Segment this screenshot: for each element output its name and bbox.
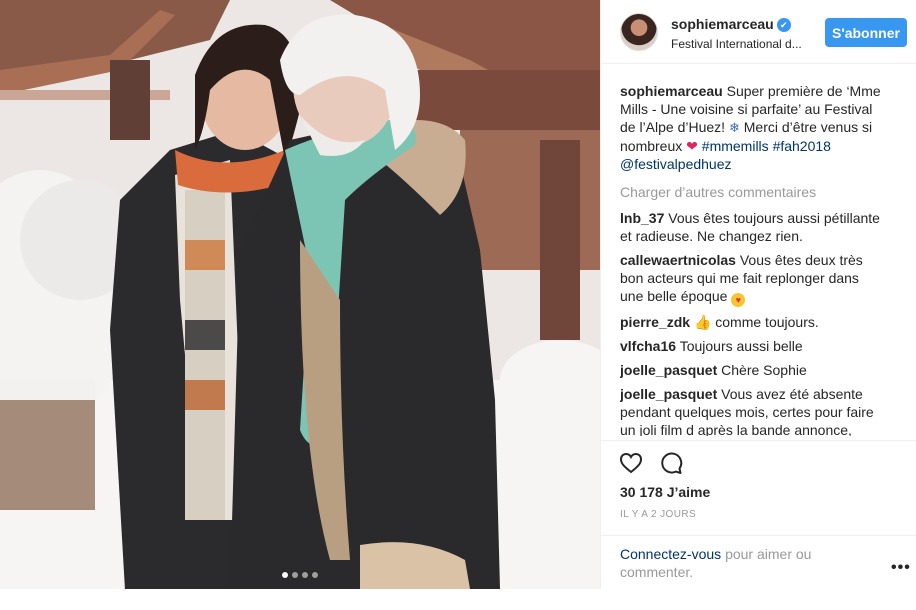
face-blowing-kiss-icon: ♥ xyxy=(731,293,746,307)
load-more-comments-button[interactable]: Charger d’autres commentaires xyxy=(620,183,882,201)
carousel-indicator xyxy=(0,572,600,578)
comment-item: pierre_zdk 👍 comme toujours. xyxy=(620,313,882,331)
thumbs-up-icon: 👍 xyxy=(693,314,712,330)
comment-username[interactable]: callewaertnicolas xyxy=(620,252,736,268)
login-link[interactable]: Connectez-vous xyxy=(620,546,721,562)
post-photo[interactable] xyxy=(0,0,600,589)
comment-text: Toujours aussi belle xyxy=(679,338,803,354)
heart-icon[interactable] xyxy=(619,451,643,475)
carousel-dot[interactable] xyxy=(302,572,308,578)
comment-icon[interactable] xyxy=(659,451,683,475)
comment-username[interactable]: joelle_pasquet xyxy=(620,362,717,378)
comment-text: Chère Sophie xyxy=(721,362,807,378)
login-prompt: Connectez-vous pour aimer ou commenter. xyxy=(620,545,840,581)
verified-badge-icon: ✔ xyxy=(776,18,791,32)
comment-username[interactable]: lnb_37 xyxy=(620,210,664,226)
more-options-icon[interactable]: ••• xyxy=(891,559,911,577)
comment-item: vlfcha16 Toujours aussi belle xyxy=(620,337,882,355)
carousel-dot[interactable] xyxy=(292,572,298,578)
comment-username[interactable]: joelle_pasquet xyxy=(620,386,717,402)
post-header: sophiemarceau ✔ Festival International d.… xyxy=(601,0,916,64)
photo-image xyxy=(0,0,600,589)
hashtag-link[interactable]: #mmemills xyxy=(702,138,769,154)
comment-item: joelle_pasquet Vous avez été absente pen… xyxy=(620,385,882,436)
mention-link[interactable]: @festivalpedhuez xyxy=(620,156,732,172)
comment-text: comme toujours. xyxy=(715,314,819,330)
post-location[interactable]: Festival International d... xyxy=(671,37,806,51)
carousel-dot[interactable] xyxy=(312,572,318,578)
post-timestamp[interactable]: IL Y A 2 JOURS xyxy=(620,509,696,520)
likes-count[interactable]: 30 178 J’aime xyxy=(620,484,710,500)
avatar[interactable] xyxy=(620,13,658,51)
hashtag-link[interactable]: #fah2018 xyxy=(773,138,831,154)
comment-item: lnb_37 Vous êtes toujours aussi pétillan… xyxy=(620,209,882,245)
snowflake-icon: ❄ xyxy=(728,120,740,135)
comment-item: callewaertnicolas Vous êtes deux très bo… xyxy=(620,251,882,307)
caption-username[interactable]: sophiemarceau xyxy=(620,83,723,99)
author-username[interactable]: sophiemarceau xyxy=(671,16,774,32)
post-caption: sophiemarceau Super première de ‘Mme Mil… xyxy=(620,82,882,173)
follow-button[interactable]: S'abonner xyxy=(825,18,907,47)
comments-list[interactable]: sophiemarceau Super première de ‘Mme Mil… xyxy=(620,82,882,436)
divider xyxy=(601,535,916,536)
post-actions: 30 178 J’aime IL Y A 2 JOURS Connectez-v… xyxy=(601,440,916,610)
post-sidebar: sophiemarceau ✔ Festival International d.… xyxy=(600,0,916,589)
carousel-dot[interactable] xyxy=(282,572,288,578)
post-author-row: sophiemarceau ✔ xyxy=(671,16,791,32)
comment-username[interactable]: pierre_zdk xyxy=(620,314,690,330)
comment-username[interactable]: vlfcha16 xyxy=(620,338,676,354)
heart-emoji-icon: ❤ xyxy=(686,138,698,154)
comment-item: joelle_pasquet Chère Sophie xyxy=(620,361,882,379)
